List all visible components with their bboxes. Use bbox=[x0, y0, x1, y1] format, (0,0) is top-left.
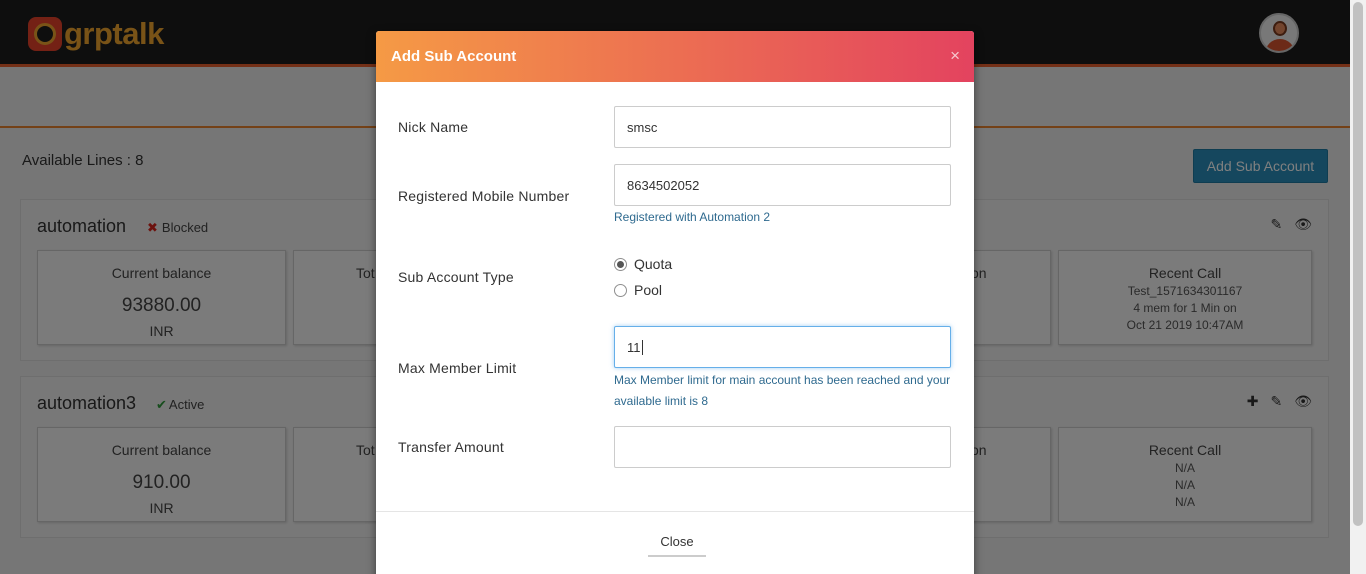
radio-quota[interactable]: Quota bbox=[614, 256, 672, 272]
transfer-amount-label: Transfer Amount bbox=[398, 439, 504, 455]
page-scrollbar[interactable] bbox=[1350, 0, 1366, 574]
nick-name-input[interactable]: smsc bbox=[614, 106, 951, 148]
max-member-limit-input[interactable]: 11 bbox=[614, 326, 951, 368]
close-icon[interactable]: × bbox=[950, 46, 960, 66]
close-button[interactable]: Close bbox=[648, 534, 706, 557]
radio-button[interactable] bbox=[614, 257, 627, 271]
modal-title: Add Sub Account bbox=[391, 48, 517, 65]
scrollbar-thumb[interactable] bbox=[1353, 2, 1363, 526]
add-sub-account-modal: Add Sub Account × Nick Name smsc Registe… bbox=[376, 31, 974, 574]
radio-pool[interactable]: Pool bbox=[614, 282, 662, 298]
radio-button[interactable] bbox=[614, 283, 627, 297]
mobile-number-input[interactable]: 8634502052 bbox=[614, 164, 951, 206]
modal-header: Add Sub Account × bbox=[376, 31, 974, 82]
nick-name-label: Nick Name bbox=[398, 119, 469, 135]
text-caret bbox=[641, 339, 643, 355]
max-member-help-text: Max Member limit for main account has be… bbox=[614, 373, 951, 408]
mobile-number-label: Registered Mobile Number bbox=[398, 188, 570, 204]
sub-account-type-label: Sub Account Type bbox=[398, 269, 514, 285]
max-member-limit-label: Max Member Limit bbox=[398, 360, 517, 376]
transfer-amount-input[interactable] bbox=[614, 426, 951, 468]
mobile-help-text: Registered with Automation 2 bbox=[614, 210, 771, 224]
modal-footer: Close bbox=[376, 511, 974, 574]
